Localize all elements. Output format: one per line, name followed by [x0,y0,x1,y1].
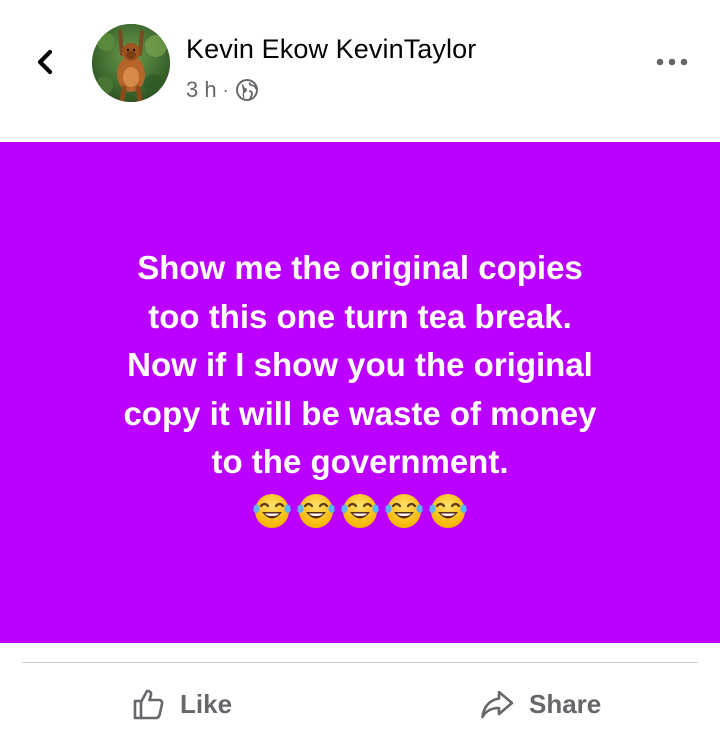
divider [22,662,698,663]
tears-of-joy-emoji-icon [253,493,291,528]
post-content-card: Show me the original copies too this one… [0,142,720,643]
post-text: Show me the original copies too this one… [123,249,597,481]
chevron-left-icon[interactable] [30,44,60,80]
author-name[interactable]: Kevin Ekow KevinTaylor [186,34,476,65]
post-header: Kevin Ekow KevinTaylor 3 h · [0,0,720,142]
like-label: Like [180,688,233,719]
post-meta: 3 h · [186,76,259,104]
share-label: Share [529,688,602,719]
emoji-row [251,489,469,531]
share-button[interactable]: Share [479,682,601,726]
post-timestamp[interactable]: 3 h [186,77,217,103]
tears-of-joy-emoji-icon [341,493,379,528]
orangutan-profile-picture [92,24,170,102]
more-horizontal-icon[interactable] [652,50,692,74]
tears-of-joy-emoji-icon [297,493,335,528]
thumbs-up-icon [133,689,164,720]
tears-of-joy-emoji-icon [429,493,467,528]
like-button[interactable]: Like [130,682,232,726]
avatar[interactable] [92,24,170,102]
globe-icon[interactable] [235,78,259,102]
share-arrow-icon [481,690,514,719]
tears-of-joy-emoji-icon [385,493,423,528]
meta-separator: · [222,79,229,100]
